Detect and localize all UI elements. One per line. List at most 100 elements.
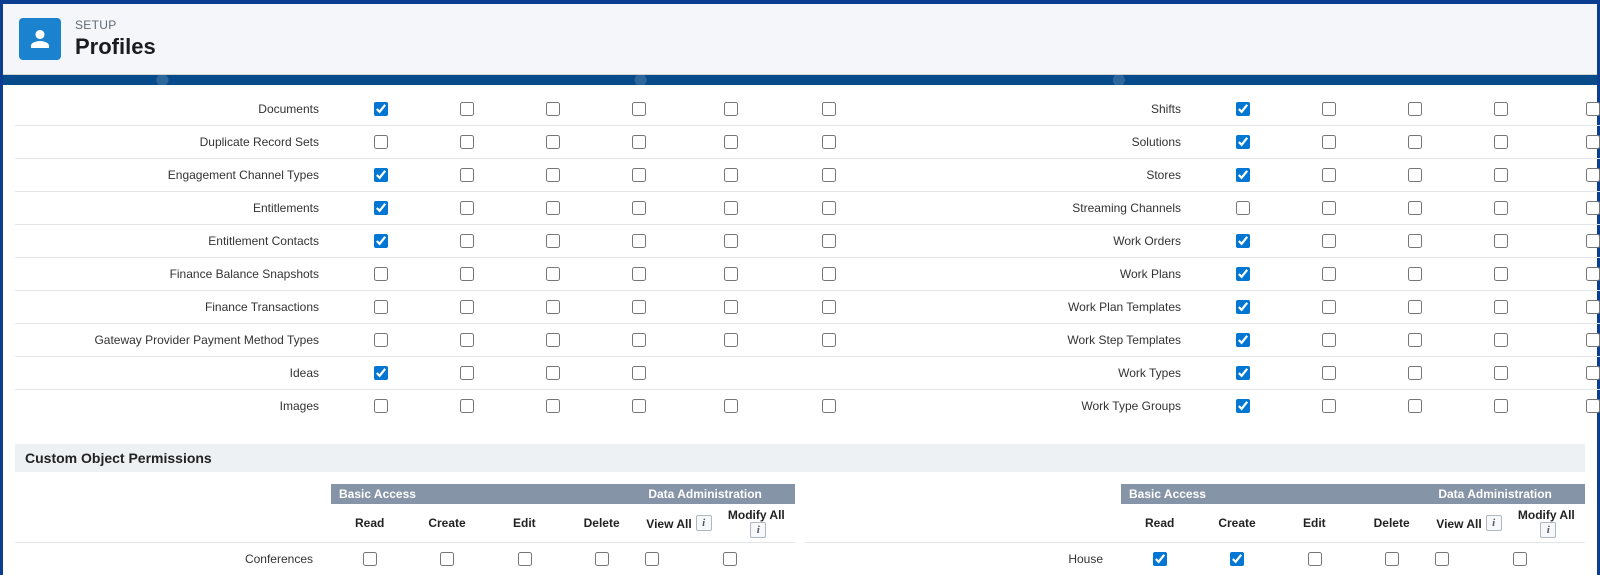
permission-checkbox[interactable] <box>1236 135 1250 149</box>
permission-checkbox[interactable] <box>374 135 388 149</box>
info-icon[interactable]: i <box>1540 522 1556 538</box>
permission-checkbox[interactable] <box>1586 399 1600 413</box>
permission-checkbox[interactable] <box>460 267 474 281</box>
permission-checkbox[interactable] <box>1322 201 1336 215</box>
permission-checkbox[interactable] <box>1408 234 1422 248</box>
permission-checkbox[interactable] <box>460 168 474 182</box>
permission-checkbox[interactable] <box>1322 300 1336 314</box>
permission-checkbox[interactable] <box>822 135 836 149</box>
permission-checkbox[interactable] <box>1236 366 1250 380</box>
permission-checkbox[interactable] <box>822 201 836 215</box>
permission-checkbox[interactable] <box>632 201 646 215</box>
permission-checkbox[interactable] <box>460 300 474 314</box>
permission-checkbox[interactable] <box>460 399 474 413</box>
permission-checkbox[interactable] <box>1494 399 1508 413</box>
permission-checkbox[interactable] <box>460 102 474 116</box>
permission-checkbox[interactable] <box>1322 333 1336 347</box>
permission-checkbox[interactable] <box>1586 333 1600 347</box>
permission-checkbox[interactable] <box>645 552 659 566</box>
permission-checkbox[interactable] <box>374 399 388 413</box>
permission-checkbox[interactable] <box>440 552 454 566</box>
permission-checkbox[interactable] <box>374 201 388 215</box>
permission-checkbox[interactable] <box>724 234 738 248</box>
permission-checkbox[interactable] <box>1586 168 1600 182</box>
permission-checkbox[interactable] <box>822 333 836 347</box>
permission-checkbox[interactable] <box>822 168 836 182</box>
permission-checkbox[interactable] <box>822 234 836 248</box>
permission-checkbox[interactable] <box>1408 102 1422 116</box>
permission-checkbox[interactable] <box>374 168 388 182</box>
permission-checkbox[interactable] <box>1322 234 1336 248</box>
permission-checkbox[interactable] <box>724 168 738 182</box>
permission-checkbox[interactable] <box>1586 234 1600 248</box>
permission-checkbox[interactable] <box>632 135 646 149</box>
permission-checkbox[interactable] <box>374 366 388 380</box>
permission-checkbox[interactable] <box>724 102 738 116</box>
permission-checkbox[interactable] <box>374 300 388 314</box>
permission-checkbox[interactable] <box>546 333 560 347</box>
permission-checkbox[interactable] <box>1408 267 1422 281</box>
permission-checkbox[interactable] <box>1586 201 1600 215</box>
permission-checkbox[interactable] <box>1494 333 1508 347</box>
permission-checkbox[interactable] <box>460 135 474 149</box>
permission-checkbox[interactable] <box>1494 102 1508 116</box>
permission-checkbox[interactable] <box>1586 366 1600 380</box>
permission-checkbox[interactable] <box>1408 201 1422 215</box>
permission-checkbox[interactable] <box>822 300 836 314</box>
permission-checkbox[interactable] <box>546 300 560 314</box>
permission-checkbox[interactable] <box>1586 102 1600 116</box>
permission-checkbox[interactable] <box>724 267 738 281</box>
permission-checkbox[interactable] <box>1494 267 1508 281</box>
permission-checkbox[interactable] <box>1586 135 1600 149</box>
permission-checkbox[interactable] <box>632 366 646 380</box>
permission-checkbox[interactable] <box>1408 135 1422 149</box>
permission-checkbox[interactable] <box>595 552 609 566</box>
permission-checkbox[interactable] <box>1322 135 1336 149</box>
permission-checkbox[interactable] <box>632 102 646 116</box>
permission-checkbox[interactable] <box>724 135 738 149</box>
permission-checkbox[interactable] <box>1236 267 1250 281</box>
permission-checkbox[interactable] <box>632 300 646 314</box>
permission-checkbox[interactable] <box>546 399 560 413</box>
permission-checkbox[interactable] <box>460 201 474 215</box>
permission-checkbox[interactable] <box>1586 300 1600 314</box>
permission-checkbox[interactable] <box>1494 234 1508 248</box>
permission-checkbox[interactable] <box>1513 552 1527 566</box>
info-icon[interactable]: i <box>1486 515 1502 531</box>
permission-checkbox[interactable] <box>374 267 388 281</box>
permission-checkbox[interactable] <box>1308 552 1322 566</box>
permission-checkbox[interactable] <box>518 552 532 566</box>
permission-checkbox[interactable] <box>632 234 646 248</box>
permission-checkbox[interactable] <box>1385 552 1399 566</box>
permission-checkbox[interactable] <box>1408 399 1422 413</box>
permission-checkbox[interactable] <box>546 201 560 215</box>
permission-checkbox[interactable] <box>1322 366 1336 380</box>
permission-checkbox[interactable] <box>546 168 560 182</box>
permission-checkbox[interactable] <box>546 135 560 149</box>
permission-checkbox[interactable] <box>632 333 646 347</box>
permission-checkbox[interactable] <box>724 201 738 215</box>
permission-checkbox[interactable] <box>1236 201 1250 215</box>
permission-checkbox[interactable] <box>374 234 388 248</box>
permission-checkbox[interactable] <box>632 399 646 413</box>
permission-checkbox[interactable] <box>632 267 646 281</box>
permission-checkbox[interactable] <box>822 102 836 116</box>
permission-checkbox[interactable] <box>1435 552 1449 566</box>
permission-checkbox[interactable] <box>723 552 737 566</box>
permission-checkbox[interactable] <box>1494 366 1508 380</box>
permission-checkbox[interactable] <box>460 366 474 380</box>
permission-checkbox[interactable] <box>546 267 560 281</box>
permission-checkbox[interactable] <box>546 366 560 380</box>
permission-checkbox[interactable] <box>1236 102 1250 116</box>
permission-checkbox[interactable] <box>374 102 388 116</box>
info-icon[interactable]: i <box>696 515 712 531</box>
permission-checkbox[interactable] <box>724 333 738 347</box>
permission-checkbox[interactable] <box>1408 168 1422 182</box>
permission-checkbox[interactable] <box>1494 168 1508 182</box>
permission-checkbox[interactable] <box>724 399 738 413</box>
permission-checkbox[interactable] <box>1322 267 1336 281</box>
permission-checkbox[interactable] <box>632 168 646 182</box>
permission-checkbox[interactable] <box>374 333 388 347</box>
permission-checkbox[interactable] <box>1322 399 1336 413</box>
permission-checkbox[interactable] <box>822 399 836 413</box>
